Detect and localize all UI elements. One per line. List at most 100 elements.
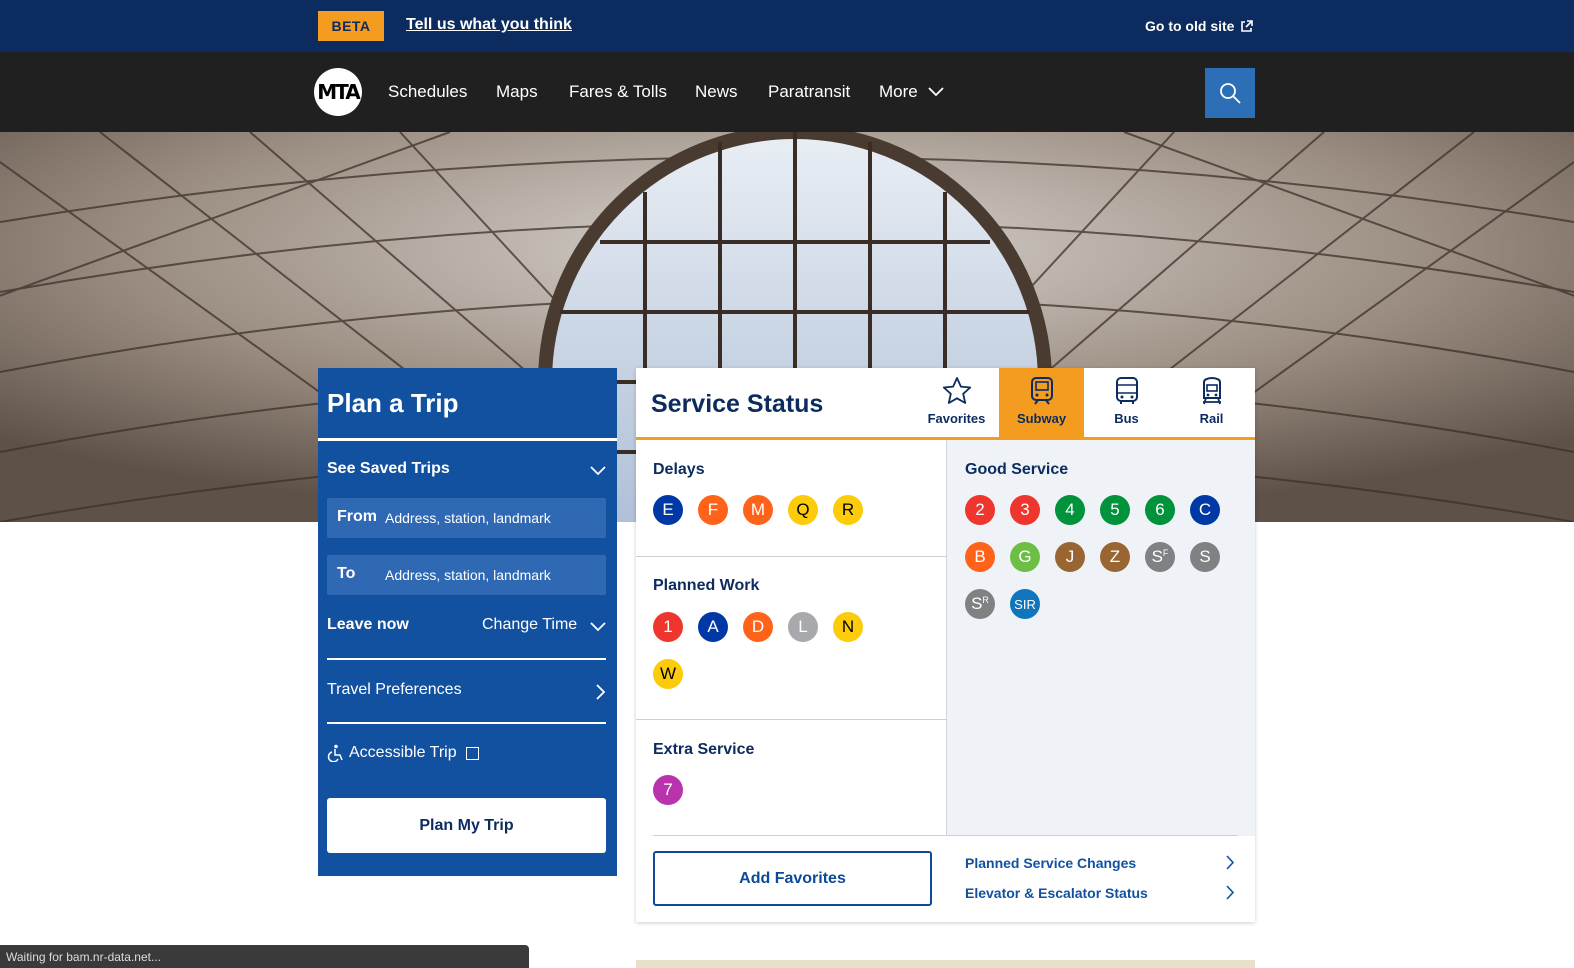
- subway-line-bullet[interactable]: 3: [1010, 495, 1040, 525]
- from-field[interactable]: From: [327, 498, 606, 538]
- nav-more-label: More: [879, 82, 918, 101]
- old-site-link[interactable]: Go to old site: [1145, 18, 1254, 34]
- accessible-trip-checkbox[interactable]: [465, 746, 479, 760]
- divider: [327, 722, 606, 724]
- divider: [653, 835, 1238, 836]
- subway-icon: [1030, 377, 1053, 405]
- plan-trip-title: Plan a Trip: [327, 388, 459, 418]
- chevron-right-icon[interactable]: [1226, 885, 1235, 900]
- subway-line-bullet[interactable]: Q: [788, 495, 818, 525]
- subway-line-label: A: [707, 617, 719, 636]
- subway-line-superscript: R: [982, 595, 989, 605]
- nav-fares-tolls[interactable]: Fares & Tolls: [569, 82, 667, 102]
- wheelchair-icon: [327, 744, 343, 762]
- planned-service-changes-link[interactable]: Planned Service Changes: [965, 855, 1136, 871]
- subway-line-label: 5: [1110, 500, 1120, 519]
- leave-now-label: Leave now: [327, 616, 409, 633]
- travel-preferences-link[interactable]: Travel Preferences: [327, 681, 462, 699]
- to-input[interactable]: [385, 563, 597, 587]
- browser-status-bar: Waiting for bam.nr-data.net...: [0, 945, 529, 968]
- plan-my-trip-button[interactable]: Plan My Trip: [327, 798, 606, 853]
- change-time-toggle[interactable]: Change Time: [482, 616, 577, 634]
- subway-line-label: J: [1065, 547, 1075, 566]
- subway-line-bullet[interactable]: 6: [1145, 495, 1175, 525]
- subway-line-label: G: [1018, 547, 1032, 566]
- service-status-title: Service Status: [651, 390, 824, 418]
- saved-trips-toggle[interactable]: See Saved Trips: [327, 460, 450, 478]
- chevron-right-icon[interactable]: [1226, 855, 1235, 870]
- nav-paratransit[interactable]: Paratransit: [768, 82, 850, 102]
- subway-line-bullet[interactable]: SIR: [1010, 589, 1040, 619]
- tab-label: Subway: [1016, 411, 1067, 426]
- divider: [636, 556, 946, 557]
- subway-line-bullet[interactable]: A: [698, 612, 728, 642]
- train-icon: [1202, 377, 1221, 405]
- subway-line-bullet[interactable]: 4: [1055, 495, 1085, 525]
- tab-favorites[interactable]: Favorites: [914, 368, 999, 438]
- chevron-down-icon: [928, 87, 944, 97]
- chevron-right-icon[interactable]: [596, 684, 606, 700]
- subway-line-bullet[interactable]: E: [653, 495, 683, 525]
- subway-line-bullet[interactable]: B: [965, 542, 995, 572]
- subway-line-bullet[interactable]: S: [1190, 542, 1220, 572]
- bus-icon: [1115, 377, 1138, 404]
- beta-banner: [0, 0, 1574, 52]
- subway-line-bullet[interactable]: Z: [1100, 542, 1130, 572]
- add-favorites-button[interactable]: Add Favorites: [653, 851, 932, 906]
- good-service-section: Good Service 2 3 4 5 6 C B G J Z S F S S R SIR: [946, 440, 1255, 836]
- chevron-down-icon[interactable]: [590, 622, 606, 632]
- subway-line-bullet[interactable]: L: [788, 612, 818, 642]
- subway-line-bullet[interactable]: 5: [1100, 495, 1130, 525]
- subway-line-label: 6: [1155, 500, 1165, 519]
- subway-line-label: N: [841, 617, 855, 636]
- from-input[interactable]: [385, 506, 597, 530]
- planned-work-title: Planned Work: [653, 577, 760, 594]
- mta-logo[interactable]: MTA: [314, 68, 362, 116]
- elevator-escalator-status-link[interactable]: Elevator & Escalator Status: [965, 885, 1148, 901]
- subway-line-label: R: [841, 500, 855, 519]
- divider: [636, 719, 946, 720]
- plan-a-trip-panel: Plan a Trip See Saved Trips From To Leav…: [318, 368, 617, 876]
- subway-line-label: 4: [1065, 500, 1075, 519]
- subway-line-bullet[interactable]: W: [653, 659, 683, 689]
- subway-line-label: W: [659, 664, 677, 683]
- subway-line-bullet[interactable]: 1: [653, 612, 683, 642]
- feedback-link[interactable]: Tell us what you think: [406, 16, 572, 34]
- nav-maps[interactable]: Maps: [496, 82, 538, 102]
- subway-line-bullet[interactable]: R: [833, 495, 863, 525]
- nav-more[interactable]: More: [879, 82, 944, 102]
- map-preview[interactable]: [636, 960, 1255, 968]
- search-button[interactable]: [1205, 68, 1255, 118]
- to-field[interactable]: To: [327, 555, 606, 595]
- search-icon: [1220, 83, 1241, 104]
- subway-line-label: B: [974, 547, 986, 566]
- chevron-down-icon[interactable]: [590, 466, 606, 476]
- subway-line-bullet[interactable]: SF: [1145, 542, 1175, 572]
- subway-line-bullet[interactable]: N: [833, 612, 863, 642]
- tab-label: Favorites: [927, 411, 986, 426]
- subway-line-bullet[interactable]: SR: [965, 589, 995, 619]
- divider: [327, 658, 606, 660]
- subway-line-bullet[interactable]: M: [743, 495, 773, 525]
- to-label: To: [337, 565, 356, 582]
- divider: [318, 438, 617, 441]
- tab-bus[interactable]: Bus: [1084, 368, 1169, 438]
- old-site-label: Go to old site: [1145, 18, 1235, 34]
- from-label: From: [337, 508, 377, 525]
- subway-line-bullet[interactable]: F: [698, 495, 728, 525]
- tab-subway[interactable]: Subway: [999, 368, 1084, 438]
- subway-line-label: S: [971, 594, 983, 613]
- tab-label: Rail: [1199, 411, 1224, 426]
- subway-line-label: M: [750, 500, 766, 519]
- subway-line-bullet[interactable]: D: [743, 612, 773, 642]
- subway-line-bullet[interactable]: G: [1010, 542, 1040, 572]
- tab-rail[interactable]: Rail: [1169, 368, 1254, 438]
- nav-news[interactable]: News: [695, 82, 738, 102]
- subway-line-bullet[interactable]: 2: [965, 495, 995, 525]
- accessible-trip-option[interactable]: Accessible Trip: [327, 744, 479, 762]
- subway-line-bullet[interactable]: 7: [653, 775, 683, 805]
- subway-line-label: Z: [1109, 547, 1121, 566]
- subway-line-bullet[interactable]: C: [1190, 495, 1220, 525]
- subway-line-bullet[interactable]: J: [1055, 542, 1085, 572]
- nav-schedules[interactable]: Schedules: [388, 82, 467, 102]
